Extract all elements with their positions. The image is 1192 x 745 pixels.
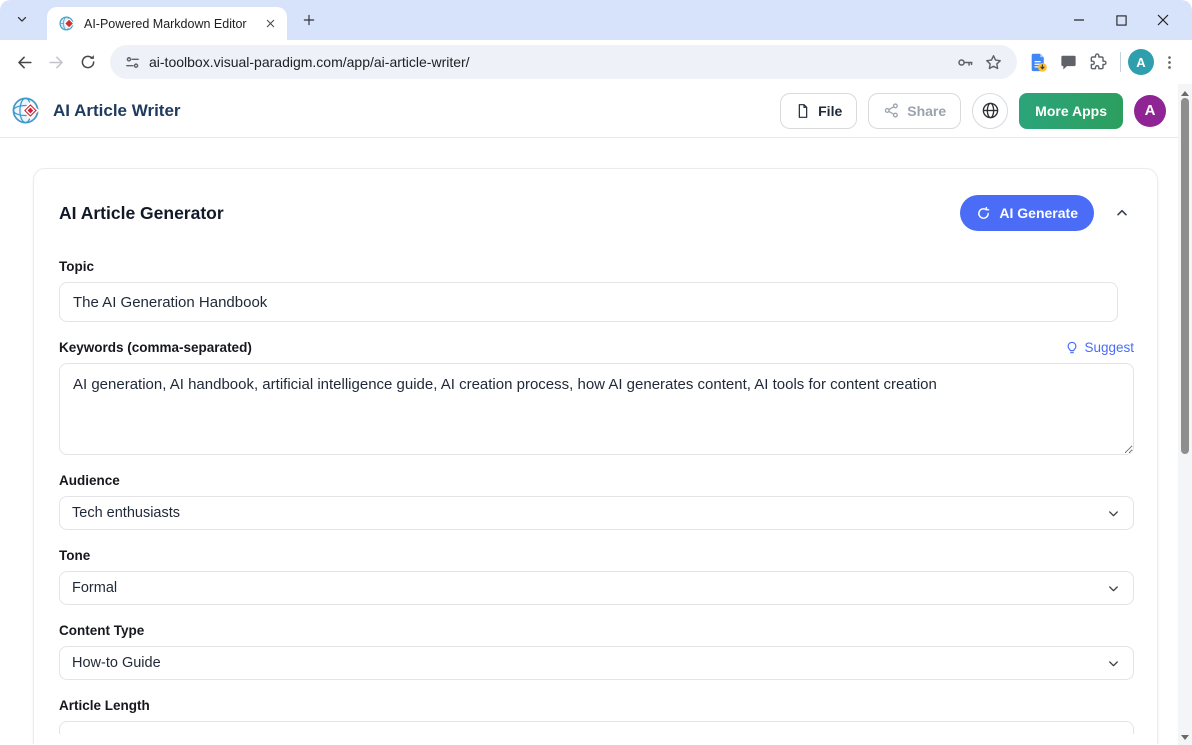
window-controls	[1058, 0, 1184, 40]
close-window-button[interactable]	[1142, 0, 1184, 40]
address-bar[interactable]: ai-toolbox.visual-paradigm.com/app/ai-ar…	[110, 45, 1017, 79]
more-apps-button[interactable]: More Apps	[1019, 93, 1123, 129]
suggest-label: Suggest	[1084, 340, 1134, 355]
password-key-icon[interactable]	[951, 48, 979, 76]
share-icon	[883, 102, 900, 119]
bookmark-star-icon[interactable]	[979, 48, 1007, 76]
lightbulb-icon	[1065, 341, 1079, 355]
tab-search-button[interactable]	[9, 7, 35, 33]
site-favicon-icon	[59, 15, 76, 32]
keywords-label: Keywords (comma-separated)	[59, 340, 252, 355]
tab-title: AI-Powered Markdown Editor	[84, 17, 261, 31]
feedback-chat-icon[interactable]	[1053, 47, 1083, 77]
globe-icon	[981, 101, 1000, 120]
page-scrollbar[interactable]	[1178, 84, 1192, 745]
file-icon	[795, 103, 811, 119]
share-button-label: Share	[907, 103, 946, 119]
chevron-down-icon	[1106, 581, 1121, 596]
url-text[interactable]: ai-toolbox.visual-paradigm.com/app/ai-ar…	[149, 54, 470, 70]
chevron-down-icon	[1106, 656, 1121, 671]
browser-tab[interactable]: AI-Powered Markdown Editor	[47, 7, 287, 40]
ai-generate-label: AI Generate	[999, 205, 1078, 221]
maximize-button[interactable]	[1100, 0, 1142, 40]
tone-select[interactable]: Formal	[59, 571, 1134, 605]
suggest-button[interactable]: Suggest	[1065, 340, 1134, 355]
browser-menu-kebab-icon[interactable]	[1154, 47, 1184, 77]
chevron-down-icon	[15, 12, 29, 29]
card-header: AI Article Generator AI Generate	[59, 195, 1134, 231]
scrollbar-thumb[interactable]	[1181, 98, 1189, 454]
app-header-actions: File Share	[780, 93, 1166, 129]
chevron-down-icon	[1106, 506, 1121, 521]
tone-value: Formal	[72, 580, 1106, 596]
browser-toolbar: ai-toolbox.visual-paradigm.com/app/ai-ar…	[0, 40, 1192, 84]
collapse-chevron-up-icon[interactable]	[1110, 201, 1134, 225]
audience-label: Audience	[59, 473, 1134, 488]
app-title: AI Article Writer	[53, 101, 181, 121]
audience-select[interactable]: Tech enthusiasts	[59, 496, 1134, 530]
ai-article-generator-card: AI Article Generator AI Generate	[33, 168, 1158, 744]
app-logo	[12, 95, 43, 126]
minimize-button[interactable]	[1058, 0, 1100, 40]
forward-button[interactable]	[40, 46, 72, 78]
new-tab-button[interactable]	[296, 7, 322, 33]
back-button[interactable]	[8, 46, 40, 78]
app-header: AI Article Writer File	[0, 84, 1192, 138]
card-title: AI Article Generator	[59, 203, 224, 224]
file-button[interactable]: File	[780, 93, 857, 129]
reload-button[interactable]	[72, 46, 104, 78]
tab-strip: AI-Powered Markdown Editor	[0, 0, 1192, 40]
browser-profile-avatar[interactable]: A	[1128, 49, 1154, 75]
browser-window: AI-Powered Markdown Editor	[0, 0, 1192, 745]
toolbar-divider	[1120, 52, 1121, 72]
user-avatar[interactable]: A	[1134, 95, 1166, 127]
card-header-actions: AI Generate	[960, 195, 1134, 231]
scrollbar-down-arrow[interactable]	[1178, 730, 1192, 744]
content-type-select[interactable]: How-to Guide	[59, 646, 1134, 680]
topic-label: Topic	[59, 259, 1134, 274]
content-type-value: How-to Guide	[72, 655, 1106, 671]
site-info-icon[interactable]	[124, 54, 141, 71]
ai-generate-icon	[976, 206, 991, 221]
article-length-label: Article Length	[59, 698, 1134, 713]
content-type-label: Content Type	[59, 623, 1134, 638]
audience-value: Tech enthusiasts	[72, 505, 1106, 521]
tab-close-button[interactable]	[261, 15, 279, 33]
article-length-select[interactable]	[59, 721, 1134, 734]
keywords-textarea[interactable]	[59, 363, 1134, 455]
docs-extension-icon[interactable]	[1023, 47, 1053, 77]
extensions-puzzle-icon[interactable]	[1083, 47, 1113, 77]
keywords-label-row: Keywords (comma-separated) Suggest	[59, 340, 1134, 355]
topic-input[interactable]	[59, 282, 1118, 322]
share-button[interactable]: Share	[868, 93, 961, 129]
page-body: AI Article Generator AI Generate	[0, 138, 1192, 744]
tone-label: Tone	[59, 548, 1134, 563]
language-globe-button[interactable]	[972, 93, 1008, 129]
page-content: AI Article Writer File	[0, 84, 1192, 745]
ai-generate-button[interactable]: AI Generate	[960, 195, 1094, 231]
file-button-label: File	[818, 103, 842, 119]
